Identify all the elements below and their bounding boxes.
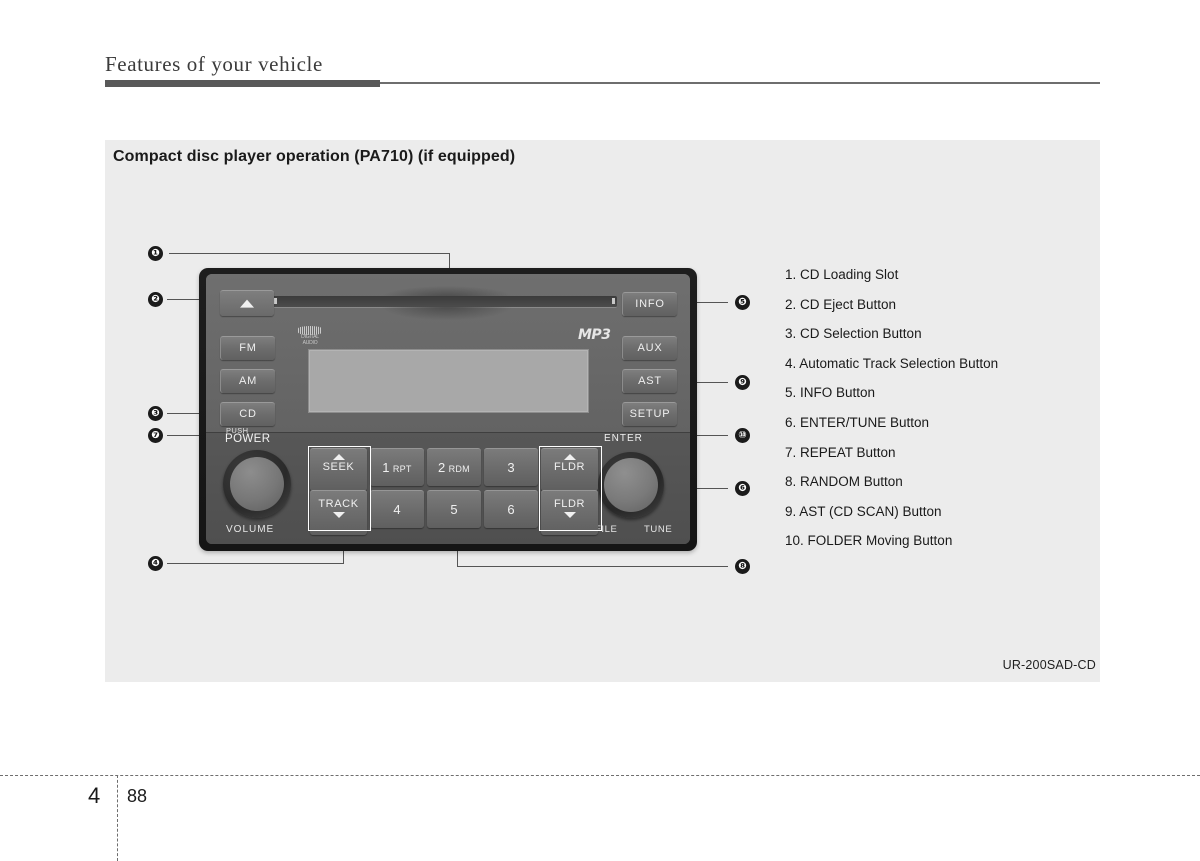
folder-up-label: FLDR <box>553 461 586 473</box>
chevron-up-icon <box>332 454 345 460</box>
leader-line-8 <box>457 566 728 567</box>
callout-marker-9: ❾ <box>735 375 750 390</box>
chevron-up-icon <box>563 454 576 460</box>
folder-down-label: FLDR <box>553 498 586 510</box>
legend-list: 1. CD Loading Slot 2. CD Eject Button 3.… <box>785 260 1095 556</box>
page-title: Features of your vehicle <box>105 52 323 76</box>
chevron-down-icon <box>332 512 345 518</box>
list-item: 2. CD Eject Button <box>785 296 897 312</box>
folder-up-button[interactable]: FLDR <box>541 448 598 491</box>
leader-line-1 <box>169 253 449 254</box>
seek-up-button[interactable]: SEEK <box>310 448 367 491</box>
slot-pin-left <box>274 298 277 304</box>
head-unit-faceplate: DIGITAL AUDIO MP3 FM AM CD INFO AUX AST … <box>206 274 690 544</box>
callout-marker-7: ❼ <box>148 428 163 443</box>
track-label: TRACK <box>318 498 359 510</box>
eject-icon <box>240 299 254 308</box>
aux-button[interactable]: AUX <box>622 336 677 360</box>
car-audio-head-unit: DIGITAL AUDIO MP3 FM AM CD INFO AUX AST … <box>199 268 697 551</box>
preset-2-sub: RDM <box>448 464 470 474</box>
callout-marker-3: ❸ <box>148 406 163 421</box>
enter-tune-knob[interactable] <box>598 452 664 518</box>
callout-marker-5: ❺ <box>735 295 750 310</box>
callout-marker-2: ❷ <box>148 292 163 307</box>
cd-eject-button[interactable] <box>220 290 274 316</box>
cd-loading-slot[interactable] <box>272 286 617 320</box>
header-rule-thick <box>105 80 380 87</box>
list-item: 8. RANDOM Button <box>785 474 903 490</box>
page-number: 88 <box>127 786 148 806</box>
callout-marker-4: ❹ <box>148 556 163 571</box>
cd-button[interactable]: CD <box>220 402 275 426</box>
callout-marker-8: ❽ <box>735 559 750 574</box>
lcd-display <box>308 349 589 413</box>
info-button[interactable]: INFO <box>622 292 677 316</box>
chevron-down-icon <box>563 512 576 518</box>
leader-line-4 <box>167 563 344 564</box>
footer-divider <box>0 775 1200 776</box>
cd-slot-shadow-bottom <box>382 306 512 320</box>
am-button[interactable]: AM <box>220 369 275 393</box>
preset-4-button[interactable]: 4 <box>370 490 424 528</box>
preset-3-button[interactable]: 3 <box>484 448 538 486</box>
list-item: 4. Automatic Track Selection Button <box>785 355 999 371</box>
track-down-button[interactable]: TRACK <box>310 490 367 535</box>
file-label: FILE <box>595 524 618 535</box>
list-item: 1. CD Loading Slot <box>785 267 899 282</box>
ast-button[interactable]: AST <box>622 369 677 393</box>
volume-power-knob[interactable] <box>223 450 291 518</box>
list-item: 6. ENTER/TUNE Button <box>785 414 930 430</box>
callout-marker-6: ❻ <box>735 481 750 496</box>
preset-4-number: 4 <box>393 502 401 517</box>
slot-pin-right <box>612 298 615 304</box>
list-item: 9. AST (CD SCAN) Button <box>785 503 942 519</box>
tune-label: TUNE <box>644 524 673 535</box>
preset-2-random-button[interactable]: 2 RDM <box>427 448 481 486</box>
callout-marker-10: ⑩ <box>735 428 750 443</box>
list-item: 5. INFO Button <box>785 385 876 401</box>
preset-5-number: 5 <box>450 502 458 517</box>
list-item: 7. REPEAT Button <box>785 444 896 460</box>
preset-5-button[interactable]: 5 <box>427 490 481 528</box>
page-header: Features of your vehicle <box>105 52 1100 92</box>
disc-logo-text: DIGITAL AUDIO <box>301 334 319 346</box>
section-title: Compact disc player operation (PA710) (i… <box>113 148 516 165</box>
volume-label: VOLUME <box>226 524 275 535</box>
setup-button[interactable]: SETUP <box>622 402 677 426</box>
footer-vertical-divider <box>117 775 118 861</box>
volume-knob-face <box>230 457 284 511</box>
preset-6-number: 6 <box>507 502 515 517</box>
model-code-label: UR-200SAD-CD <box>1002 658 1096 672</box>
callout-marker-1: ❶ <box>148 246 163 261</box>
preset-2-number: 2 <box>438 460 446 475</box>
preset-1-number: 1 <box>382 460 390 475</box>
power-label: POWER <box>225 433 271 445</box>
fm-button[interactable]: FM <box>220 336 275 360</box>
preset-3-number: 3 <box>507 460 515 475</box>
seek-label: SEEK <box>322 461 355 473</box>
folder-down-button[interactable]: FLDR <box>541 490 598 535</box>
preset-6-button[interactable]: 6 <box>484 490 538 528</box>
preset-1-sub: RPT <box>392 464 412 474</box>
chapter-number: 4 <box>88 783 101 808</box>
enter-knob-face <box>604 458 658 512</box>
list-item: 3. CD Selection Button <box>785 326 922 342</box>
mp3-logo-icon: MP3 <box>578 327 611 343</box>
list-item: 10. FOLDER Moving Button <box>785 533 953 549</box>
preset-1-repeat-button[interactable]: 1 RPT <box>370 448 424 486</box>
compact-disc-logo-icon: DIGITAL AUDIO <box>298 326 322 345</box>
enter-label: ENTER <box>604 433 643 444</box>
